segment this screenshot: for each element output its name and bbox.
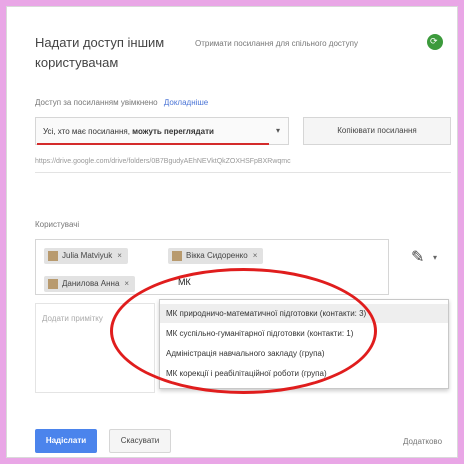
advanced-link[interactable]: Додатково xyxy=(403,437,442,446)
typed-query[interactable]: МК xyxy=(178,277,191,287)
suggestion-item[interactable]: Адміністрація навчального закладу (група… xyxy=(160,344,448,363)
suggestions-dropdown: МК природничо-математичної підготовки (к… xyxy=(159,299,449,389)
link-permission-select[interactable]: Усі, хто має посилання, можуть перегляда… xyxy=(35,117,289,145)
permission-value: можуть переглядати xyxy=(132,127,214,136)
remove-icon[interactable]: × xyxy=(117,251,122,260)
share-link-field[interactable]: https://drive.google.com/drive/folders/0… xyxy=(35,152,451,173)
send-button[interactable]: Надіслати xyxy=(35,429,97,453)
users-label: Користувачі xyxy=(35,220,80,229)
link-share-icon[interactable]: ⟳ xyxy=(427,34,443,50)
link-access-status: Доступ за посиланням увімкнено Докладніш… xyxy=(35,98,208,107)
copy-link-button[interactable]: Копіювати посилання xyxy=(303,117,451,145)
suggestion-item[interactable]: МК корекції і реабілітаційної роботи (гр… xyxy=(160,364,448,383)
share-dialog: Надати доступ іншим користувачам Отримат… xyxy=(6,6,458,458)
user-icon xyxy=(172,250,182,261)
chevron-down-icon: ▾ xyxy=(275,126,280,135)
user-chip[interactable]: Данилова Анна × xyxy=(44,276,136,292)
user-chip[interactable]: Вікка Сидоренко × xyxy=(168,248,264,264)
user-avatar-icon xyxy=(48,278,58,289)
user-icon xyxy=(48,250,58,261)
cancel-button[interactable]: Скасувати xyxy=(109,429,171,453)
chevron-down-icon: ▾ xyxy=(433,253,438,262)
dialog-title: Надати доступ іншим користувачам xyxy=(35,35,165,70)
user-chip[interactable]: Julia Matviyuk × xyxy=(44,248,128,264)
suggestion-item[interactable]: МК суспільно-гуманітарної підготовки (ко… xyxy=(160,324,448,343)
user-chip-name: Данилова Анна xyxy=(62,279,120,288)
details-link[interactable]: Докладніше xyxy=(164,98,208,107)
note-placeholder: Додати примітку xyxy=(42,314,103,323)
user-chip-name: Julia Matviyuk xyxy=(62,251,113,260)
suggestion-item[interactable]: МК природничо-математичної підготовки (к… xyxy=(160,304,448,323)
remove-icon[interactable]: × xyxy=(124,279,129,288)
users-input[interactable]: Julia Matviyuk × Вікка Сидоренко × Данилов… xyxy=(35,239,389,295)
note-field[interactable]: Додати примітку xyxy=(35,303,155,393)
user-chip-name: Вікка Сидоренко xyxy=(186,251,248,260)
link-access-label: Доступ за посиланням увімкнено xyxy=(35,98,158,107)
permission-menu-button[interactable]: ✎ ▾ xyxy=(403,243,451,273)
permission-prefix: Усі, хто має посилання, xyxy=(43,127,130,136)
pencil-icon: ✎ xyxy=(411,249,425,266)
get-share-link[interactable]: Отримати посилання для спільного доступу xyxy=(195,39,358,48)
remove-icon[interactable]: × xyxy=(253,251,258,260)
annotation-underline xyxy=(37,143,269,145)
